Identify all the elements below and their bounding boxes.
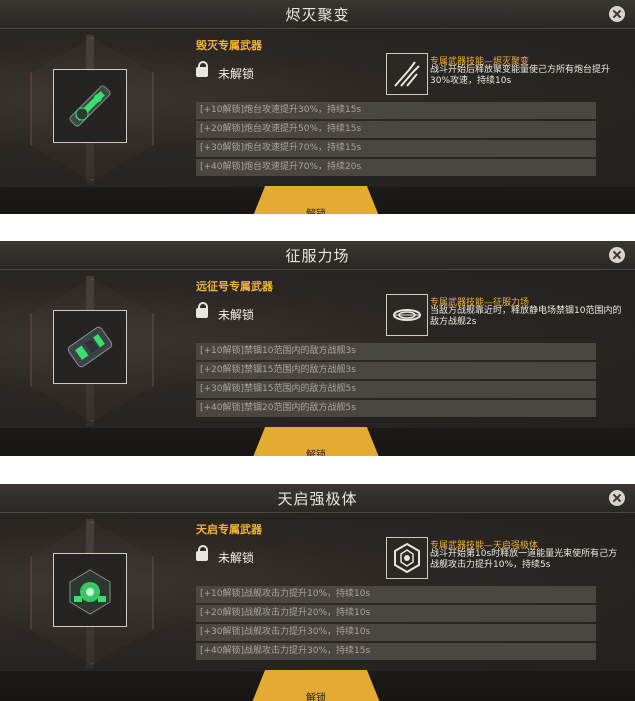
weapon-label: 天启专属武器 [196,523,262,536]
panel-title-bar: 烬灭聚变 [0,0,635,29]
panel-title-bar: 天启强极体 [0,484,635,513]
lock-icon [196,545,208,561]
weapon-panel-3: 天启强极体 天启专属武器 未解锁 专属武器技能—天启强极体 战斗开始第10s时释… [0,484,635,701]
unlock-button[interactable]: 解锁 [249,670,383,701]
unlock-button[interactable]: 解锁 [249,427,383,456]
upgrade-row: [+40解锁]禁锢20范围内的敌方战舰5s [196,400,596,417]
close-icon[interactable] [609,6,625,22]
claw-icon [394,61,420,87]
reactor-core-icon [69,569,111,615]
upgrade-row: [+30解锁]炮台攻速提升70%，持续15s [196,140,596,157]
upgrade-list: [+10解锁]战舰攻击力提升10%，持续10s [+20解锁]战舰攻击力提升20… [196,586,596,662]
unlock-button-label: 解锁 [306,693,326,701]
upgrade-row: [+10解锁]炮台攻速提升30%，持续15s [196,102,596,119]
weapon-frame [53,310,127,384]
weapon-panel-2: 征服力场 远征号专属武器 未解锁 专属武器技能—征服力场 当敌方战舰靠近时，释放… [0,241,635,456]
skill-description: 战斗开始第10s时释放一道能量光束使所有己方战舰攻击力提升10%，持续5s [430,549,618,570]
lock-icon [196,61,208,77]
weapon-label: 毁灭专属武器 [196,39,262,52]
panel-body: 远征号专属武器 未解锁 专属武器技能—征服力场 当敌方战舰靠近时，释放静电场禁锢… [0,270,635,428]
panel-title-bar: 征服力场 [0,241,635,270]
unlock-button-label: 解锁 [249,205,383,214]
upgrade-list: [+10解锁]炮台攻速提升30%，持续15s [+20解锁]炮台攻速提升50%，… [196,102,596,178]
upgrade-row: [+40解锁]战舰攻击力提升30%，持续15s [196,643,596,660]
weapon-panel-1: 烬灭聚变 毁灭专属武器 未解锁 专属武器技能—烬灭聚变 战斗开始后释放聚变能量使… [0,0,635,214]
upgrade-row: [+10解锁]战舰攻击力提升10%，持续10s [196,586,596,603]
skill-icon-box[interactable] [386,537,428,579]
upgrade-row: [+40解锁]炮台攻速提升70%，持续20s [196,159,596,176]
lock-icon [196,302,208,318]
skill-description: 当敌方战舰靠近时，释放静电场禁锢10范围内的敌方战舰2s [430,306,622,327]
skill-icon-box[interactable] [386,294,428,336]
upgrade-row: [+20解锁]禁锢15范围内的敌方战舰3s [196,362,596,379]
panel-title: 烬灭聚变 [285,6,350,24]
lock-text: 未解锁 [218,67,255,81]
hexagon-core-icon [394,542,420,574]
weapon-frame [53,553,127,627]
cannon-weapon-icon [69,85,111,127]
lock-text: 未解锁 [218,308,255,322]
unlock-button[interactable]: 解锁 [249,186,383,214]
field-generator-icon [67,326,113,368]
upgrade-row: [+20解锁]炮台攻速提升50%，持续15s [196,121,596,138]
close-icon[interactable] [609,247,625,263]
lock-text: 未解锁 [218,551,255,565]
weapon-label: 远征号专属武器 [196,280,273,293]
upgrade-row: [+30解锁]战舰攻击力提升30%，持续10s [196,624,596,641]
panel-title: 征服力场 [285,247,350,265]
unlock-button-label: 解锁 [306,450,326,456]
skill-icon-box[interactable] [386,53,428,95]
upgrade-row: [+30解锁]禁锢15范围内的敌方战舰5s [196,381,596,398]
skill-description: 战斗开始后释放聚变能量使己方所有炮台提升30%攻速，持续10s [430,65,611,86]
vortex-icon [393,309,421,321]
close-icon[interactable] [609,490,625,506]
panel-body: 毁灭专属武器 未解锁 专属武器技能—烬灭聚变 战斗开始后释放聚变能量使己方所有炮… [0,29,635,187]
panel-body: 天启专属武器 未解锁 专属武器技能—天启强极体 战斗开始第10s时释放一道能量光… [0,513,635,671]
upgrade-list: [+10解锁]禁锢10范围内的敌方战舰3s [+20解锁]禁锢15范围内的敌方战… [196,343,596,419]
upgrade-row: [+20解锁]战舰攻击力提升20%，持续10s [196,605,596,622]
upgrade-row: [+10解锁]禁锢10范围内的敌方战舰3s [196,343,596,360]
weapon-frame [53,69,127,143]
panel-title: 天启强极体 [277,490,358,508]
